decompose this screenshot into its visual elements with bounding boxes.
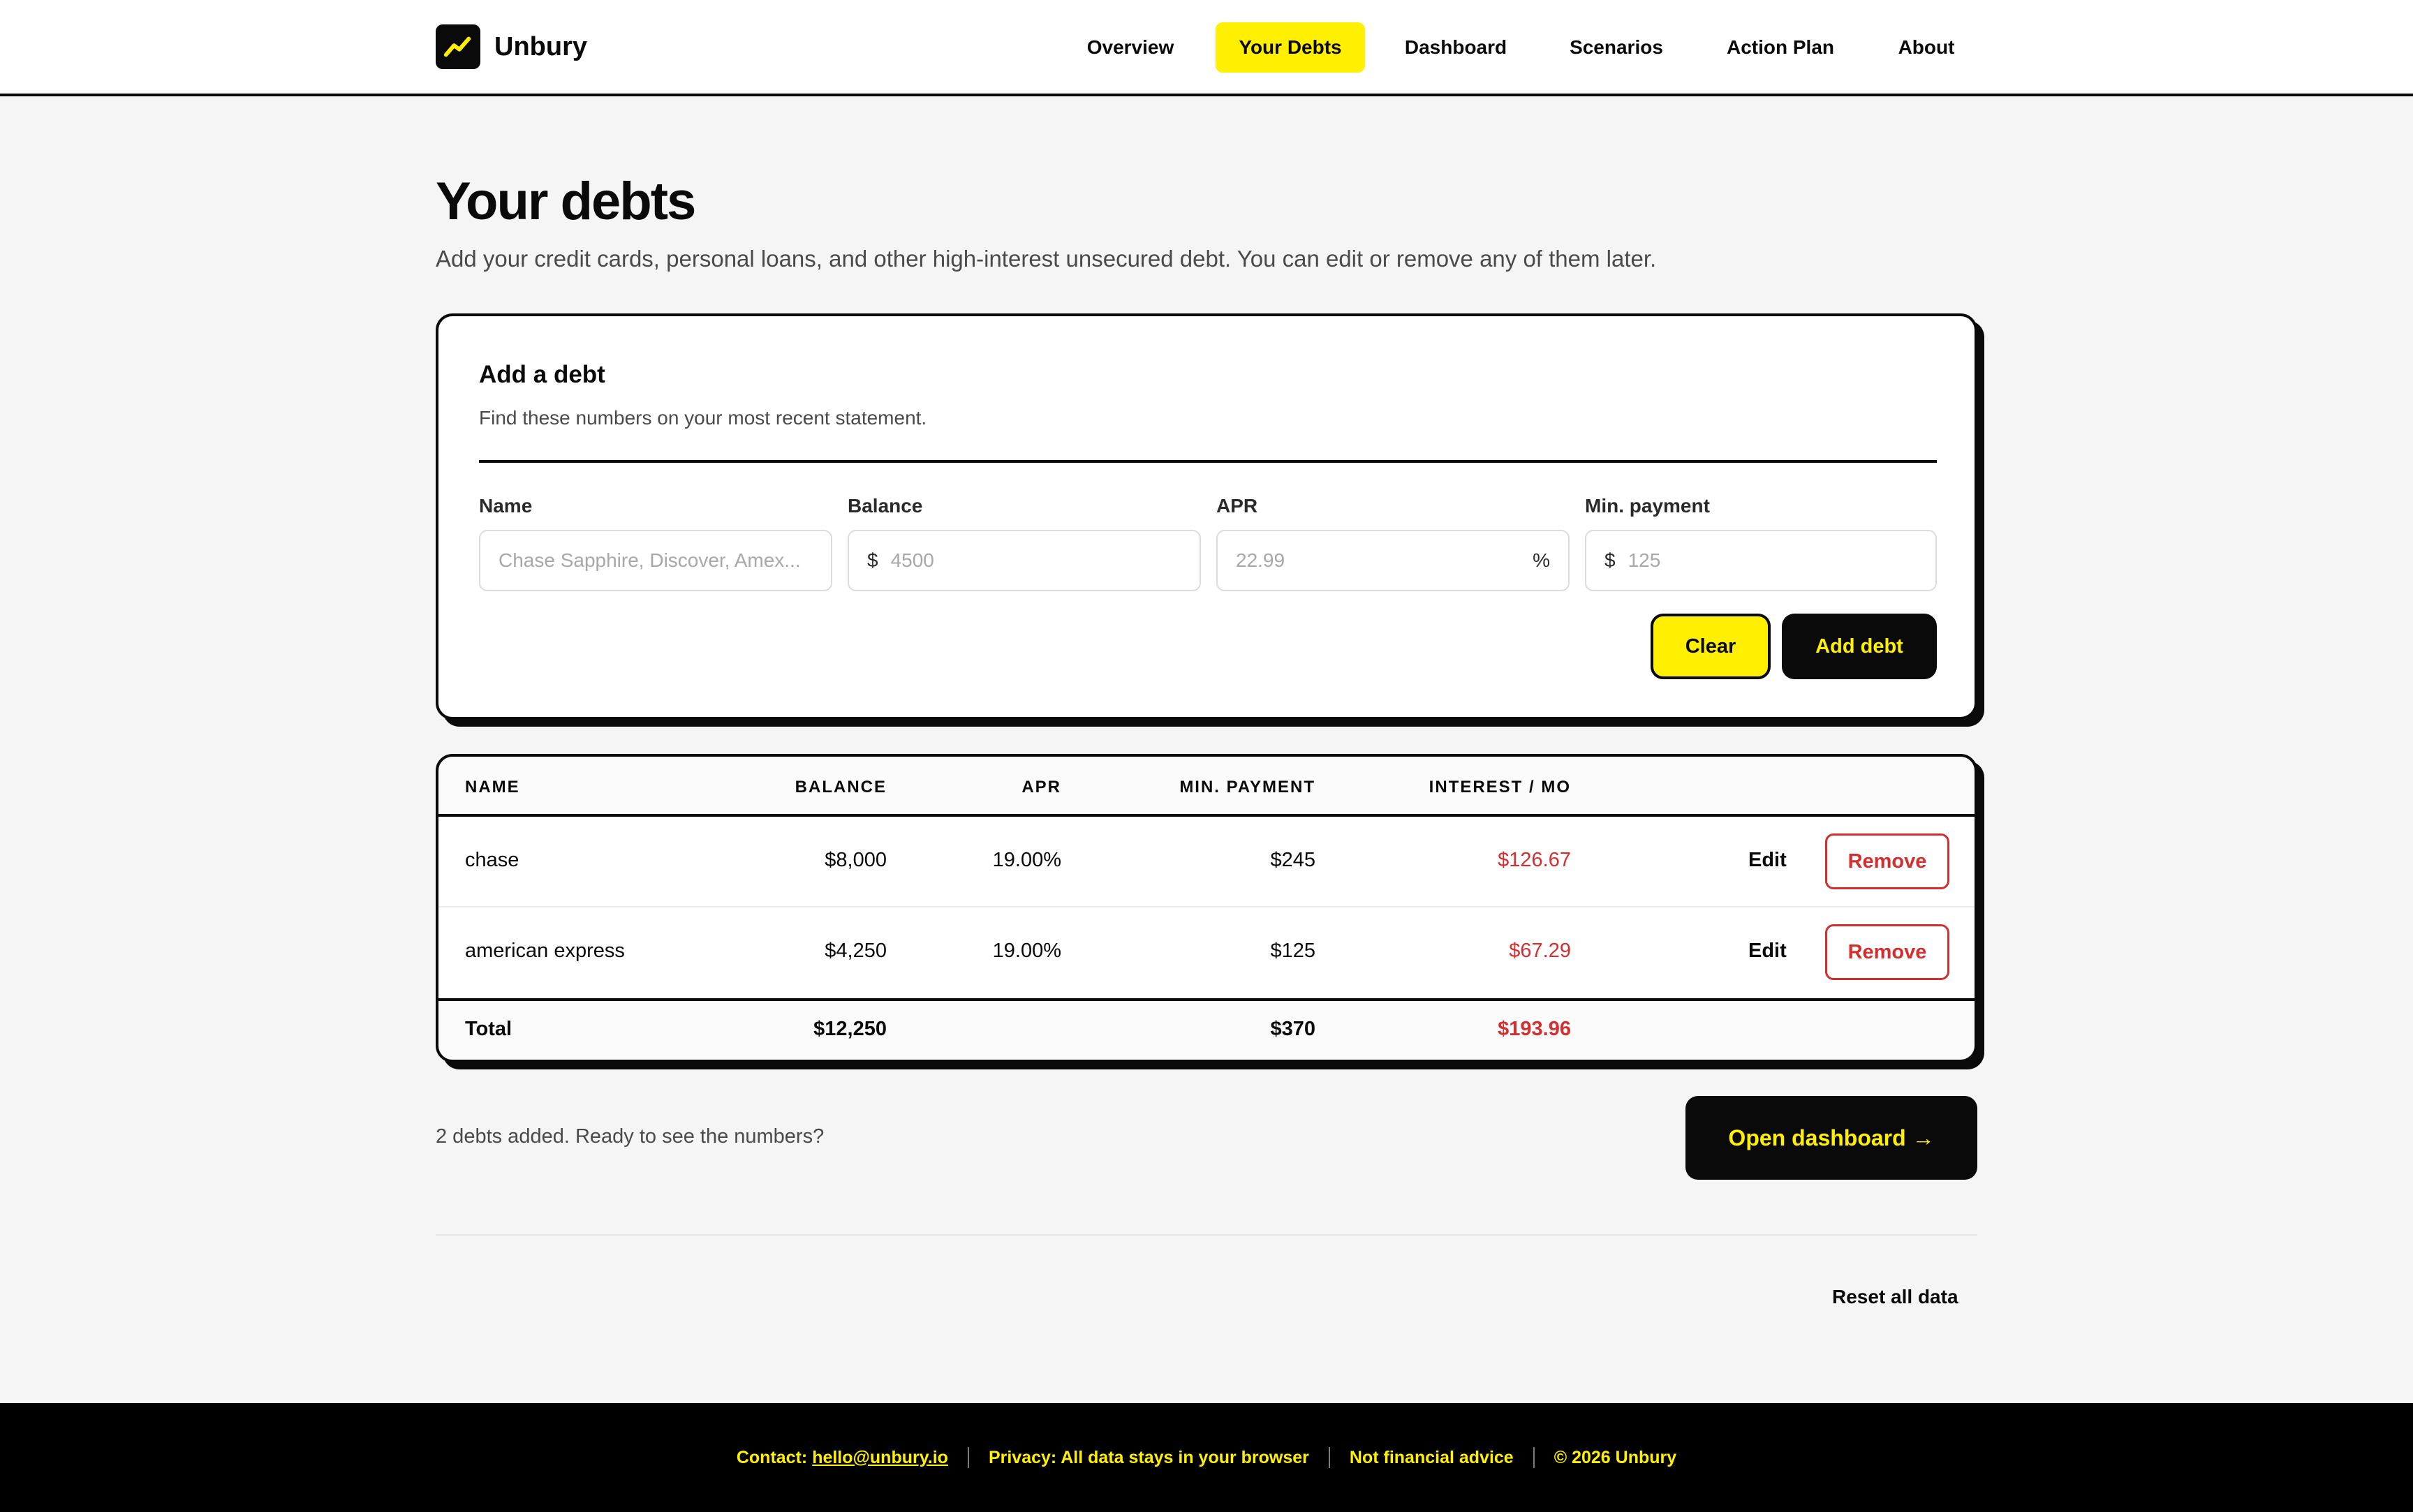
open-dashboard-button[interactable]: Open dashboard →	[1685, 1096, 1977, 1180]
footer-email-link[interactable]: hello@unbury.io	[812, 1448, 948, 1468]
debt-interest: $67.29	[1509, 940, 1571, 962]
total-label: Total	[465, 1018, 512, 1040]
name-label: Name	[479, 495, 533, 517]
nav-action-plan[interactable]: Action Plan	[1706, 22, 1855, 73]
brand-name: Unbury	[494, 31, 587, 61]
min-payment-field[interactable]: $	[1585, 530, 1937, 591]
edit-button[interactable]: Edit	[1748, 849, 1787, 872]
balance-field[interactable]: $	[848, 530, 1201, 591]
debt-interest: $126.67	[1498, 849, 1571, 871]
page-title: Your debts	[436, 172, 696, 231]
divider	[479, 460, 1937, 463]
nav-overview[interactable]: Overview	[1065, 22, 1196, 73]
clear-button[interactable]: Clear	[1651, 614, 1771, 679]
remove-button[interactable]: Remove	[1825, 833, 1949, 889]
table-row: chase $8,000 19.00% $245 $126.67 Edit Re…	[438, 817, 1975, 907]
debts-table: NAME BALANCE APR MIN. PAYMENT INTEREST /…	[436, 754, 1977, 1062]
edit-button[interactable]: Edit	[1748, 940, 1787, 963]
nav-dashboard[interactable]: Dashboard	[1385, 22, 1527, 73]
debt-name: chase	[465, 849, 519, 871]
debt-name: american express	[465, 940, 625, 962]
debt-apr: 19.00%	[992, 940, 1061, 962]
reset-all-data-button[interactable]: Reset all data	[1832, 1286, 1958, 1308]
header-balance: BALANCE	[795, 778, 887, 796]
header-min-payment: MIN. PAYMENT	[1179, 778, 1315, 796]
debt-min-payment: $245	[1270, 849, 1315, 871]
top-navbar: Unbury Overview Your Debts Dashboard Sce…	[0, 0, 2413, 96]
page-subtitle: Add your credit cards, personal loans, a…	[436, 246, 1657, 272]
trending-up-icon	[436, 24, 480, 69]
debt-apr: 19.00%	[992, 849, 1061, 871]
dollar-prefix: $	[867, 549, 878, 571]
add-debt-title: Add a debt	[479, 361, 605, 388]
nav-scenarios[interactable]: Scenarios	[1547, 22, 1686, 73]
header-name: NAME	[465, 778, 520, 796]
add-debt-card: Add a debt Find these numbers on your mo…	[436, 313, 1977, 720]
footer-contact-label: Contact:	[736, 1447, 808, 1467]
header-apr: APR	[1021, 778, 1061, 796]
add-debt-subtitle: Find these numbers on your most recent s…	[479, 407, 927, 429]
debt-balance: $8,000	[825, 849, 887, 871]
min-payment-label: Min. payment	[1585, 495, 1710, 517]
footer-disclaimer: Not financial advice	[1349, 1447, 1514, 1467]
debts-count-status: 2 debts added. Ready to see the numbers?	[436, 1125, 825, 1148]
apr-input[interactable]	[1236, 549, 1525, 572]
table-row: american express $4,250 19.00% $125 $67.…	[438, 907, 1975, 998]
percent-suffix: %	[1533, 549, 1550, 571]
name-field[interactable]	[479, 530, 832, 591]
balance-label: Balance	[848, 495, 923, 517]
apr-label: APR	[1216, 495, 1258, 517]
balance-input[interactable]	[890, 549, 1181, 572]
total-interest: $193.96	[1498, 1018, 1571, 1040]
divider	[1328, 1447, 1330, 1468]
dollar-prefix: $	[1604, 549, 1616, 571]
footer: Contact: hello@unbury.io Privacy: All da…	[0, 1403, 2413, 1512]
apr-field[interactable]: %	[1216, 530, 1570, 591]
brand[interactable]: Unbury	[436, 24, 587, 69]
divider	[438, 998, 1975, 1001]
debt-min-payment: $125	[1270, 940, 1315, 962]
footer-privacy: Privacy: All data stays in your browser	[988, 1447, 1309, 1467]
total-balance: $12,250	[813, 1018, 887, 1040]
total-min-payment: $370	[1270, 1018, 1315, 1040]
debt-balance: $4,250	[825, 940, 887, 962]
nav-about[interactable]: About	[1875, 22, 1978, 73]
footer-copyright: © 2026 Unbury	[1554, 1447, 1677, 1467]
name-input[interactable]	[499, 549, 813, 572]
divider	[436, 1234, 1977, 1236]
divider	[967, 1447, 969, 1468]
nav-your-debts[interactable]: Your Debts	[1216, 22, 1365, 73]
header-interest: INTEREST / MO	[1429, 778, 1571, 796]
add-debt-button[interactable]: Add debt	[1782, 614, 1937, 679]
min-payment-input[interactable]	[1628, 549, 1917, 572]
divider	[1533, 1447, 1535, 1468]
remove-button[interactable]: Remove	[1825, 924, 1949, 980]
